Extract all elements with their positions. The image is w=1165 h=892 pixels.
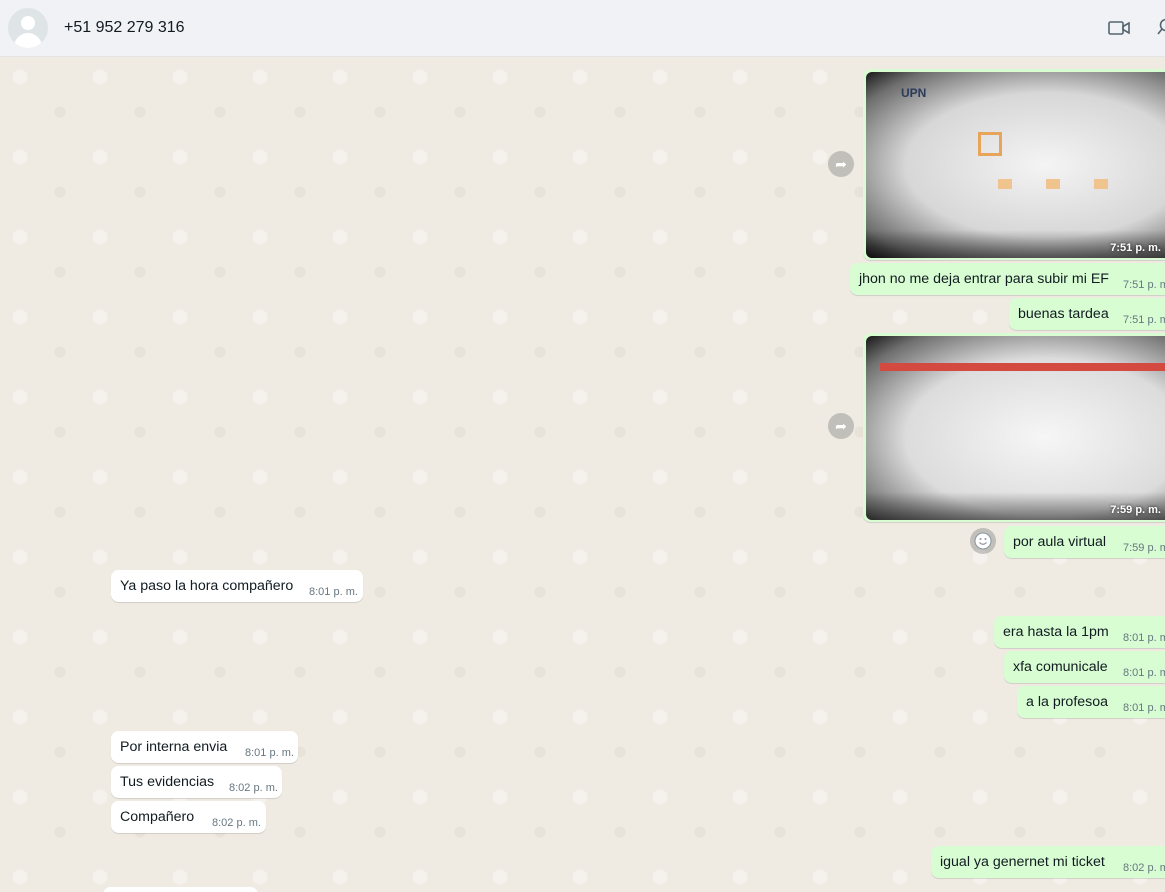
message-time: 7:51 p. m. bbox=[1123, 314, 1165, 326]
contact-avatar[interactable] bbox=[8, 8, 48, 48]
message-time: 7:51 p. m. bbox=[1123, 279, 1165, 291]
message-time: 8:01 p. m. bbox=[1123, 702, 1165, 714]
qr-icon bbox=[978, 132, 1002, 156]
message-text: igual ya genernet mi ticket bbox=[940, 854, 1105, 870]
message-bubble[interactable]: Por interna envia 8:01 p. m. bbox=[111, 731, 298, 763]
video-call-icon[interactable] bbox=[1108, 20, 1130, 36]
photo-red-bar bbox=[880, 363, 1165, 371]
message-time: 7:51 p. m. bbox=[1110, 242, 1161, 254]
photo-tile bbox=[998, 179, 1012, 189]
message-time: 7:59 p. m. bbox=[1123, 542, 1165, 554]
photo[interactable]: UPN 7:51 p. m. bbox=[866, 72, 1165, 258]
photo-tile bbox=[1094, 179, 1108, 189]
message-bubble[interactable]: buenas tardea 7:51 p. m. bbox=[1009, 298, 1165, 330]
message-text: buenas tardea bbox=[1018, 306, 1109, 322]
message-bubble[interactable]: igual ya genernet mi ticket 8:02 p. m. bbox=[931, 846, 1165, 878]
message-text: xfa comunicale bbox=[1013, 659, 1108, 675]
message-text: Ya paso la hora compañero bbox=[120, 578, 294, 594]
message-time: 8:01 p. m. bbox=[1123, 632, 1165, 644]
message-bubble[interactable]: a la profesoa 8:01 p. m. bbox=[1017, 686, 1165, 718]
message-text: jhon no me deja entrar para subir mi EF bbox=[859, 271, 1109, 287]
message-bubble-partial[interactable] bbox=[103, 887, 258, 892]
message-text: Por interna envia bbox=[120, 739, 228, 755]
forward-button[interactable]: ➦ bbox=[828, 151, 854, 177]
message-text: Tus evidencias bbox=[120, 774, 215, 790]
message-bubble[interactable]: jhon no me deja entrar para subir mi EF … bbox=[850, 263, 1165, 295]
message-bubble[interactable]: era hasta la 1pm 8:01 p. m. bbox=[994, 616, 1165, 648]
search-icon[interactable] bbox=[1157, 18, 1165, 36]
photo-tile bbox=[1046, 179, 1060, 189]
message-bubble[interactable]: por aula virtual 7:59 p. m. bbox=[1004, 526, 1165, 558]
message-text: era hasta la 1pm bbox=[1003, 624, 1109, 640]
message-text: Compañero bbox=[120, 809, 195, 825]
message-time: 8:02 p. m. bbox=[229, 782, 278, 794]
message-time: 8:01 p. m. bbox=[309, 586, 358, 598]
image-message[interactable]: UPN 7:51 p. m. bbox=[863, 69, 1165, 260]
avatar-body-shape bbox=[14, 33, 42, 48]
photo-logo-text: UPN bbox=[901, 86, 927, 100]
message-bubble[interactable]: xfa comunicale 8:01 p. m. bbox=[1004, 651, 1165, 683]
message-text: por aula virtual bbox=[1013, 534, 1107, 550]
photo[interactable]: 7:59 p. m. bbox=[866, 336, 1165, 520]
message-bubble[interactable]: Ya paso la hora compañero 8:01 p. m. bbox=[111, 570, 363, 602]
message-time: 8:02 p. m. bbox=[1123, 862, 1165, 874]
emoji-reaction-icon[interactable] bbox=[970, 528, 996, 554]
message-time: 7:59 p. m. bbox=[1110, 504, 1161, 516]
message-time: 8:02 p. m. bbox=[212, 817, 261, 829]
forward-button[interactable]: ➦ bbox=[828, 413, 854, 439]
contact-name[interactable]: +51 952 279 316 bbox=[64, 19, 185, 37]
avatar-head-shape bbox=[21, 16, 35, 30]
image-message[interactable]: 7:59 p. m. bbox=[863, 333, 1165, 522]
message-list[interactable]: ➦ UPN 7:51 p. m. jhon no me deja entrar … bbox=[0, 57, 1165, 892]
message-time: 8:01 p. m. bbox=[1123, 667, 1165, 679]
message-time: 8:01 p. m. bbox=[245, 747, 294, 759]
chat-header: +51 952 279 316 bbox=[0, 0, 1165, 57]
message-bubble[interactable]: Tus evidencias 8:02 p. m. bbox=[111, 766, 282, 798]
message-text: a la profesoa bbox=[1026, 694, 1109, 710]
message-bubble[interactable]: Compañero 8:02 p. m. bbox=[111, 801, 266, 833]
